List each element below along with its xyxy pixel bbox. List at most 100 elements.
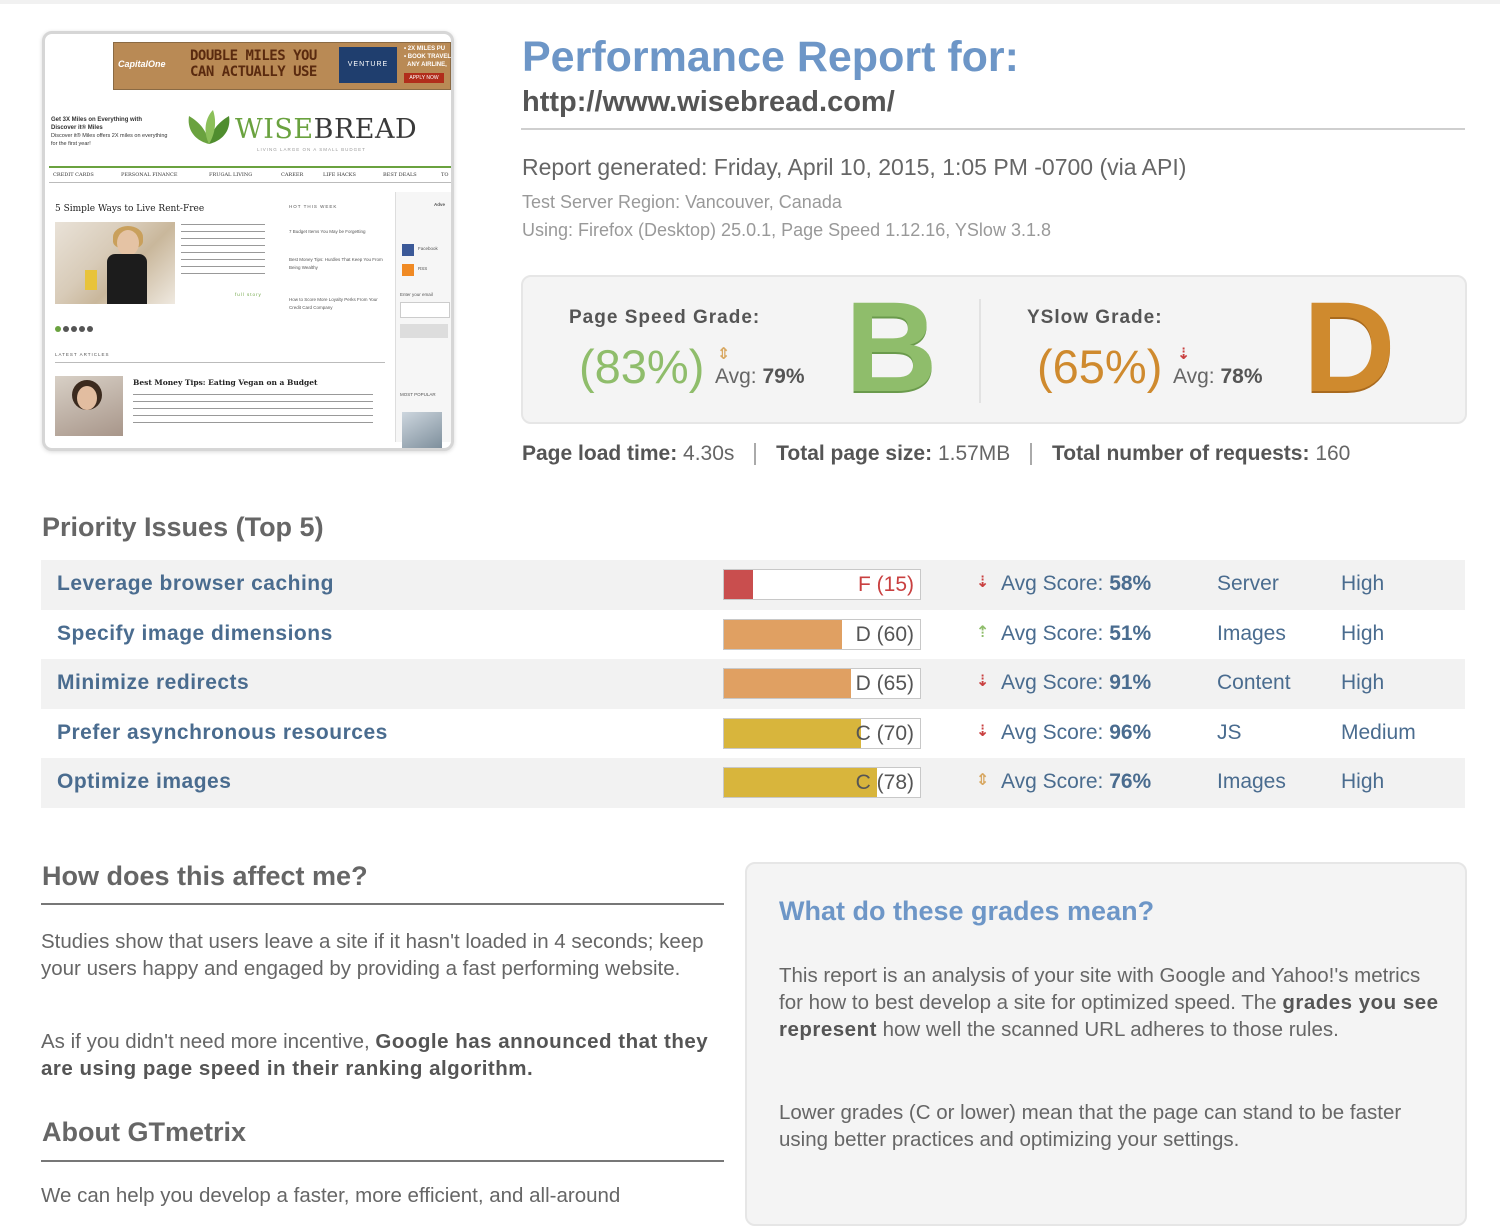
report-url[interactable]: http://www.wisebread.com/	[522, 86, 895, 119]
section-divider	[41, 903, 724, 905]
nav-item: FRUGAL LIVING	[209, 172, 253, 178]
subscribe-button	[400, 324, 448, 338]
affect-paragraph-1: Studies show that users leave a site if …	[41, 930, 704, 980]
nav-item: LIFE HACKS	[323, 172, 356, 178]
ad-bullets: • 2X MILES PU • BOOK TRAVEL ANY AIRLINE,	[404, 46, 451, 68]
issue-priority: High	[1341, 671, 1385, 694]
issue-priority: High	[1341, 572, 1385, 595]
issue-avg-score: Avg Score: 96%	[1001, 720, 1152, 744]
issue-grade: D (65)	[855, 672, 914, 695]
issue-score-fill	[724, 718, 862, 748]
logo-tagline: LIVING LARGE ON A SMALL BUDGET	[257, 147, 366, 152]
article-image	[55, 376, 123, 436]
issue-grade: C (78)	[855, 771, 914, 794]
about-paragraph: We can help you develop a faster, more e…	[41, 1184, 621, 1207]
side-label: Enter your email	[400, 292, 433, 297]
about-section-title: About GTmetrix	[42, 1117, 247, 1147]
load-time-label: Page load time:	[522, 442, 678, 465]
yslow-average: Avg: 78%	[1173, 365, 1263, 388]
issue-priority: High	[1341, 770, 1385, 793]
grades-meaning-paragraph-2: Lower grades (C or lower) mean that the …	[779, 1101, 1402, 1151]
page-size-label: Total page size:	[776, 442, 933, 465]
issue-score-bar: C (78)	[723, 767, 921, 798]
ad-apply-button: APPLY NOW	[404, 73, 444, 83]
issue-row[interactable]: Specify image dimensions D (60) ⇡ Avg Score…	[41, 610, 1465, 660]
site-nav: CREDIT CARDS PERSONAL FINANCE FRUGAL LIV…	[49, 166, 451, 183]
affect-section-title: How does this affect me?	[42, 861, 368, 891]
nav-item: PERSONAL FINANCE	[121, 172, 178, 178]
load-time-value: 4.30s	[683, 442, 735, 465]
issue-row[interactable]: Minimize redirects D (65) ⇣ Avg Score: 91% C…	[41, 659, 1465, 709]
report-generated: Report generated: Friday, April 10, 2015…	[522, 154, 1187, 180]
header-divider	[521, 128, 1465, 130]
ad-card-image: VENTURE	[339, 47, 397, 83]
report-title: Performance Report for:	[522, 33, 1019, 81]
yslow-percent: (65%)	[1037, 340, 1163, 393]
side-label: Facebook	[418, 246, 438, 251]
nav-item: TO	[441, 172, 449, 178]
grades-panel: Page Speed Grade: (83%) ⇕ Avg: 79% B YSl…	[521, 275, 1467, 424]
wisebread-logo: WISEBREAD	[235, 114, 418, 145]
issue-priority: Medium	[1341, 720, 1416, 744]
page-stats: Page load time: 4.30s Total page size: 1…	[522, 442, 1350, 466]
issue-row[interactable]: Optimize images C (78) ⇕ Avg Score: 76% Imag…	[41, 758, 1465, 808]
priority-issues-title: Priority Issues (Top 5)	[42, 512, 324, 542]
popular-thumb	[402, 412, 442, 448]
issue-score-bar: D (60)	[723, 618, 921, 650]
promo-text: Get 3X Miles on Everything with Discover…	[51, 116, 169, 148]
latest-articles-label: LATEST ARTICLES	[55, 352, 110, 357]
article-excerpt-lines	[133, 394, 373, 424]
issue-grade: F (15)	[857, 573, 914, 596]
trend-up-icon: ⇡	[976, 623, 990, 641]
grades-meaning-paragraph-1: This report is an analysis of your site …	[779, 964, 1439, 1041]
issue-score-fill	[724, 768, 877, 797]
yslow-grade-label: YSlow Grade:	[1027, 307, 1163, 328]
issue-name[interactable]: Prefer asynchronous resources	[57, 721, 388, 745]
issue-name[interactable]: Specify image dimensions	[57, 622, 333, 646]
featured-article-image	[55, 222, 175, 304]
full-story-link: full story	[235, 292, 262, 297]
issue-type: JS	[1217, 720, 1242, 744]
yslow-letter-grade: D	[1303, 276, 1396, 419]
trend-flat-icon: ⇕	[976, 772, 990, 789]
requests-value: 160	[1315, 442, 1351, 465]
issue-priority: High	[1341, 621, 1385, 645]
issue-row[interactable]: Prefer asynchronous resources C (70) ⇣ Avg …	[41, 709, 1465, 759]
issue-avg-score: Avg Score: 58%	[1001, 572, 1152, 595]
most-popular-label: MOST POPULAR	[400, 392, 436, 397]
article-title: Best Money Tips: Eating Vegan on a Budge…	[133, 378, 318, 387]
grades-meaning-panel: What do these grades mean? This report i…	[745, 862, 1467, 1226]
trend-down-icon: ⇣	[976, 722, 990, 740]
issue-score-bar: C (70)	[723, 717, 921, 749]
trend-down-icon: ⇣	[976, 574, 990, 591]
issue-score-fill	[724, 669, 852, 698]
trend-down-icon: ⇣	[976, 673, 990, 690]
issue-score-bar: F (15)	[723, 569, 921, 600]
divider	[55, 362, 385, 363]
issue-name[interactable]: Leverage browser caching	[57, 572, 334, 596]
pagespeed-grade-label: Page Speed Grade:	[569, 307, 761, 328]
site-screenshot-thumbnail[interactable]: CapitalOne DOUBLE MILES YOU CAN ACTUALLY…	[42, 31, 454, 451]
issue-score-bar: D (65)	[723, 668, 921, 699]
hot-item: Best Money Tips: Hurdles That Keep You F…	[289, 257, 383, 270]
issue-row[interactable]: Leverage browser caching F (15) ⇣ Avg Score…	[41, 560, 1465, 610]
issue-type: Content	[1217, 671, 1291, 694]
sidebar-column: Adve Facebook RSS Enter your email MOST …	[395, 192, 451, 448]
requests-label: Total number of requests:	[1052, 442, 1310, 465]
featured-article-title: 5 Simple Ways to Live Rent-Free	[55, 204, 205, 214]
article-excerpt-lines	[181, 224, 265, 280]
side-label: Adve	[434, 202, 446, 207]
nav-item: CREDIT CARDS	[53, 172, 94, 178]
issue-avg-score: Avg Score: 51%	[1001, 621, 1152, 645]
issue-score-fill	[724, 619, 842, 649]
trend-down-icon: ⇣	[1177, 346, 1191, 363]
page-size-value: 1.57MB	[937, 442, 1011, 465]
carousel-dots	[55, 319, 95, 337]
issue-name[interactable]: Optimize images	[57, 770, 231, 794]
issue-type: Images	[1217, 621, 1286, 645]
issue-name[interactable]: Minimize redirects	[57, 671, 249, 695]
issue-score-fill	[724, 570, 754, 599]
issue-avg-score: Avg Score: 91%	[1001, 671, 1152, 694]
issue-grade: D (60)	[855, 622, 914, 646]
hot-item: How to Score More Loyalty Perks From You…	[289, 297, 378, 310]
